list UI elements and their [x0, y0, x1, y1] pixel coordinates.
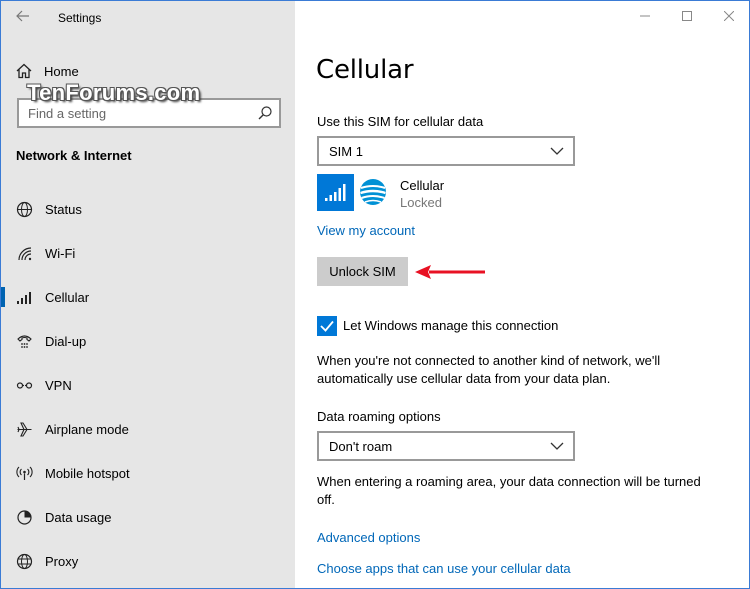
sidebar-item-label: Wi-Fi — [45, 245, 76, 261]
page-title: Cellular — [316, 55, 414, 85]
sidebar-item-proxy[interactable]: Proxy — [1, 539, 295, 583]
sim-label: Use this SIM for cellular data — [317, 114, 484, 129]
chevron-down-icon — [550, 442, 564, 450]
sidebar-item-cellular[interactable]: Cellular — [1, 275, 295, 319]
unlock-sim-button[interactable]: Unlock SIM — [317, 257, 408, 286]
close-button[interactable] — [717, 7, 741, 27]
wifi-icon — [15, 244, 33, 262]
dialup-phone-icon — [15, 332, 33, 350]
sidebar-item-label: Dial-up — [45, 333, 87, 349]
search-icon — [258, 106, 272, 120]
back-arrow-icon — [16, 10, 29, 22]
cellular-signal-icon — [15, 288, 33, 306]
carrier-status: Locked — [400, 195, 442, 210]
main-content: Cellular Use this SIM for cellular data … — [295, 1, 749, 588]
watermark: TenForums.com — [27, 80, 201, 105]
sidebar-item-status[interactable]: Status — [1, 187, 295, 231]
cellular-tile — [317, 174, 354, 211]
sidebar-item-label: Proxy — [45, 553, 79, 569]
sidebar-item-label: Airplane mode — [45, 421, 129, 437]
choose-apps-link[interactable]: Choose apps that can use your cellular d… — [317, 561, 571, 576]
search-placeholder: Find a setting — [28, 106, 107, 121]
sidebar: Settings Home Find a setting TenForums.c… — [1, 1, 295, 588]
maximize-icon — [682, 11, 692, 21]
sidebar-item-data-usage[interactable]: Data usage — [1, 495, 295, 539]
sidebar-item-wifi[interactable]: Wi-Fi — [1, 231, 295, 275]
roaming-dropdown-value: Don't roam — [329, 439, 393, 454]
sidebar-item-label: VPN — [45, 377, 72, 393]
roaming-dropdown[interactable]: Don't roam — [317, 431, 575, 461]
chevron-down-icon — [550, 147, 564, 155]
sim-dropdown[interactable]: SIM 1 — [317, 136, 575, 166]
minimize-icon — [640, 15, 650, 17]
roaming-label: Data roaming options — [317, 409, 441, 424]
sidebar-item-vpn[interactable]: VPN — [1, 363, 295, 407]
sidebar-item-label: Home — [44, 63, 79, 79]
sidebar-item-label: Data usage — [45, 509, 112, 525]
manage-connection-label: Let Windows manage this connection — [343, 318, 559, 333]
title-bar: Settings — [1, 1, 295, 35]
sidebar-item-mobile-hotspot[interactable]: Mobile hotspot — [1, 451, 295, 495]
airplane-icon — [15, 420, 33, 438]
app-title: Settings — [58, 11, 102, 25]
roaming-description: When entering a roaming area, your data … — [317, 474, 701, 507]
globe-icon — [15, 200, 33, 218]
sidebar-item-dialup[interactable]: Dial-up — [1, 319, 295, 363]
home-icon — [16, 63, 32, 79]
carrier-name: Cellular — [400, 178, 445, 193]
sidebar-item-airplane-mode[interactable]: Airplane mode — [1, 407, 295, 451]
checkmark-icon — [320, 320, 334, 332]
sidebar-item-label: Cellular — [45, 289, 90, 305]
sidebar-nav: Status Wi-Fi Cellular Dial-up VPN Airpla… — [1, 187, 295, 583]
sidebar-item-home[interactable]: Home — [15, 60, 79, 82]
hotspot-icon — [15, 464, 33, 482]
sim-dropdown-value: SIM 1 — [329, 144, 363, 159]
section-title: Network & Internet — [16, 148, 132, 163]
vpn-icon — [15, 376, 33, 394]
back-button[interactable] — [11, 8, 35, 28]
sidebar-item-label: Status — [45, 201, 82, 217]
proxy-globe-icon — [15, 552, 33, 570]
minimize-button[interactable] — [633, 7, 657, 27]
att-globe-icon — [360, 179, 386, 205]
manage-description: When you're not connected to another kin… — [317, 353, 661, 386]
advanced-options-link[interactable]: Advanced options — [317, 530, 420, 545]
annotation-arrow — [415, 265, 485, 279]
sidebar-item-label: Mobile hotspot — [45, 465, 130, 481]
close-icon — [723, 10, 735, 22]
view-my-account-link[interactable]: View my account — [317, 223, 415, 238]
cellular-signal-icon — [325, 184, 346, 201]
settings-window: Settings Home Find a setting TenForums.c… — [0, 0, 750, 589]
maximize-button[interactable] — [675, 7, 699, 27]
manage-connection-checkbox[interactable] — [317, 316, 337, 336]
data-usage-icon — [15, 508, 33, 526]
